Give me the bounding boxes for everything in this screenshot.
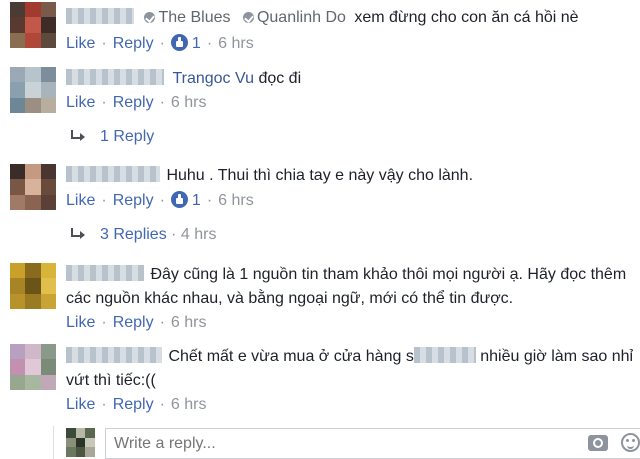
comment-line: Huhu . Thui thì chia tay e này vậy cho l… xyxy=(66,166,473,186)
like-link[interactable]: Like xyxy=(66,396,95,413)
author-name-blurred[interactable] xyxy=(66,347,162,363)
avatar[interactable] xyxy=(10,67,56,113)
timestamp[interactable]: 6 hrs xyxy=(171,396,207,413)
view-replies-link[interactable]: 3 Replies · 4 hrs xyxy=(70,225,217,245)
comment-actions: Like · Reply · 6 hrs xyxy=(66,396,207,413)
timestamp[interactable]: 6 hrs xyxy=(218,192,254,209)
comment-actions: Like · Reply · 6 hrs xyxy=(66,314,207,331)
like-reaction-icon[interactable] xyxy=(170,191,188,208)
avatar[interactable] xyxy=(10,164,56,210)
comment-text: xem đừng cho con ăn cá hồi nè xyxy=(354,9,579,26)
timestamp[interactable]: 6 hrs xyxy=(218,35,254,52)
author-name-blurred[interactable] xyxy=(66,166,160,182)
reply-link[interactable]: Reply xyxy=(113,94,154,111)
tagged-name[interactable]: Trangoc Vu xyxy=(172,70,254,87)
comment-actions: Like · Reply · 1 · 6 hrs xyxy=(66,34,254,52)
reply-link[interactable]: Reply xyxy=(113,396,154,413)
comment-text: Huhu . Thui thì chia tay e này vậy cho l… xyxy=(166,167,474,184)
avatar[interactable] xyxy=(10,263,56,309)
like-link[interactable]: Like xyxy=(66,314,95,331)
replies-count[interactable]: 1 Reply xyxy=(100,128,154,145)
tag-icon xyxy=(144,12,156,23)
like-link[interactable]: Like xyxy=(66,192,95,209)
avatar[interactable] xyxy=(10,344,56,390)
comment-text: đọc đi xyxy=(258,70,302,87)
like-count[interactable]: 1 xyxy=(192,35,201,52)
camera-icon[interactable] xyxy=(588,435,608,451)
comment-line: Chết mất e vừa mua ở cửa hàng s nhiều gi… xyxy=(66,347,633,367)
reply-input[interactable] xyxy=(105,428,640,459)
comment-text: nhiều giờ làm sao nhỉ xyxy=(475,348,634,365)
replies-timestamp[interactable]: 4 hrs xyxy=(181,226,217,243)
comment-text: Chết mất e vừa mua ở cửa hàng s xyxy=(168,348,414,365)
timestamp[interactable]: 6 hrs xyxy=(171,314,207,331)
like-link[interactable]: Like xyxy=(66,94,95,111)
like-count[interactable]: 1 xyxy=(192,192,201,209)
author-name-blurred[interactable] xyxy=(66,8,134,24)
like-link[interactable]: Like xyxy=(66,35,95,52)
emoji-icon[interactable] xyxy=(621,433,640,452)
reply-link[interactable]: Reply xyxy=(113,35,154,52)
comment-text: vứt thì tiếc:(( xyxy=(66,372,156,389)
timestamp[interactable]: 6 hrs xyxy=(171,94,207,111)
comment-actions: Like · Reply · 6 hrs xyxy=(66,94,207,111)
avatar[interactable] xyxy=(10,2,56,48)
tag-name[interactable]: Quanlinh Do xyxy=(257,9,346,26)
comment-actions: Like · Reply · 1 · 6 hrs xyxy=(66,191,254,209)
reply-link[interactable]: Reply xyxy=(113,314,154,331)
reply-link[interactable]: Reply xyxy=(113,192,154,209)
reply-arrow-icon xyxy=(70,228,86,240)
comment-line: Đây cũng là 1 nguồn tin tham khảo thôi m… xyxy=(66,265,626,285)
comment-line: The Blues Quanlinh Do xem đừng cho con ă… xyxy=(66,8,579,28)
replies-count[interactable]: 3 Replies xyxy=(100,226,167,243)
comment-text: các nguồn khác nhau, và bằng ngoại ngữ, … xyxy=(66,290,514,307)
author-name-blurred[interactable] xyxy=(66,69,164,85)
store-name-blurred xyxy=(413,347,476,363)
view-replies-link[interactable]: 1 Reply xyxy=(70,127,154,147)
author-name-blurred[interactable] xyxy=(66,265,144,281)
comment-line: vứt thì tiếc:(( xyxy=(66,371,156,391)
comment-line: Trangoc Vu đọc đi xyxy=(66,69,301,89)
like-reaction-icon[interactable] xyxy=(170,34,188,51)
comment-line: các nguồn khác nhau, và bằng ngoại ngữ, … xyxy=(66,289,513,309)
current-user-avatar xyxy=(66,428,95,457)
tag-icon xyxy=(242,12,254,23)
thread-divider xyxy=(53,426,54,459)
comment-text: Đây cũng là 1 nguồn tin tham khảo thôi m… xyxy=(150,266,627,283)
tag-name[interactable]: The Blues xyxy=(158,9,230,26)
reply-arrow-icon xyxy=(70,130,86,142)
